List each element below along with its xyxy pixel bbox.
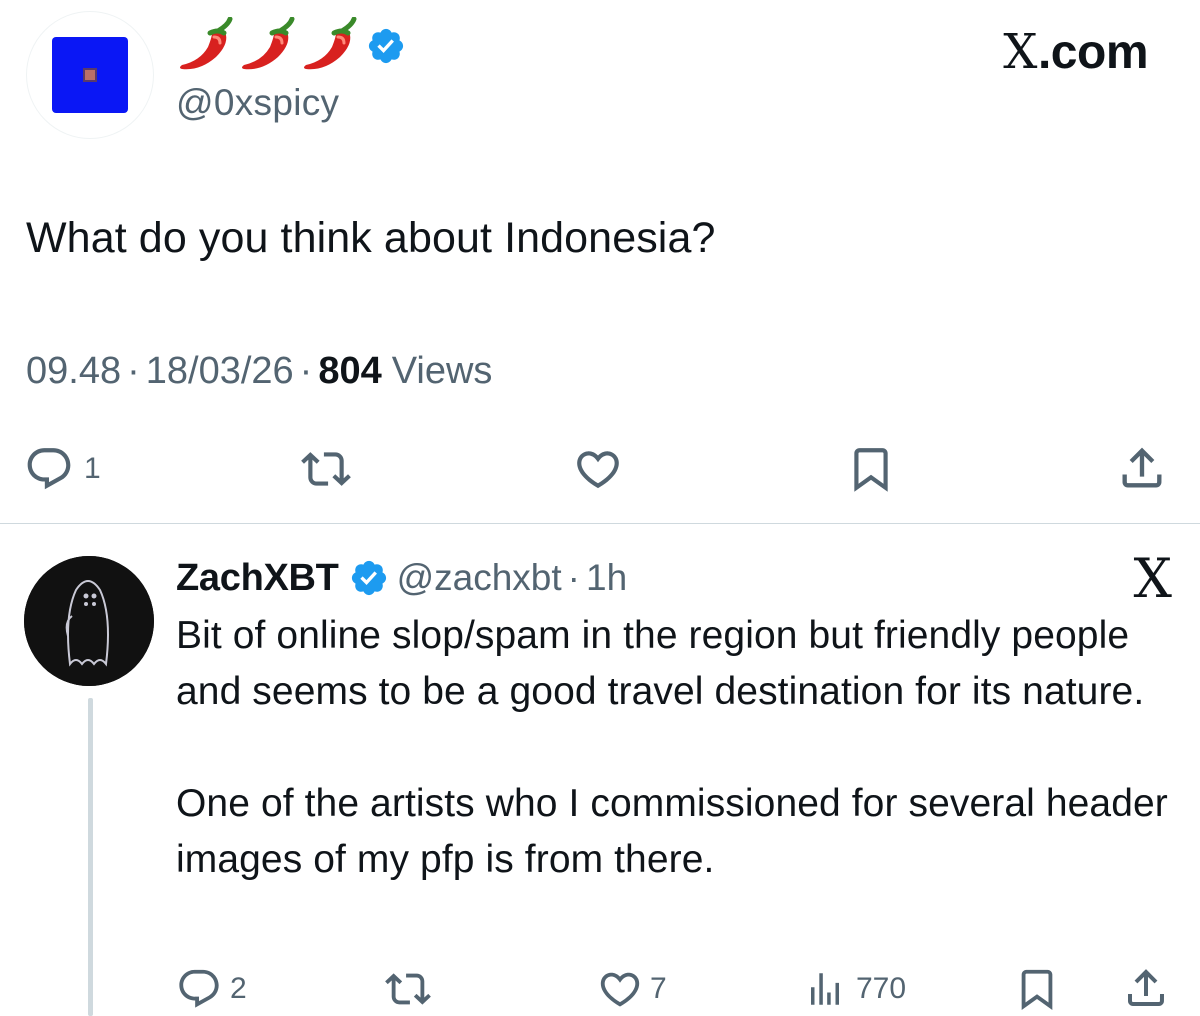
x-com-brand: X .com [1003,24,1148,80]
reply-view-count: 770 [856,972,907,1005]
bookmark-icon [1021,969,1053,1010]
reply-bookmark-button[interactable] [1014,966,1060,1012]
reply-reply-button[interactable]: 2 [176,966,247,1012]
like-icon [600,972,640,1007]
reply-paragraph-1: Bit of online slop/spam in the region bu… [176,614,1145,713]
x-logo-icon: X [1133,547,1172,610]
verified-badge-icon [368,28,404,64]
meta-separator: · [127,350,140,392]
thread-line [88,698,93,1016]
like-button[interactable] [572,444,624,494]
reply-icon [27,448,71,490]
tweet-date[interactable]: 18/03/26 [146,350,294,393]
bookmark-icon [854,448,888,492]
bookmark-button[interactable] [846,444,896,494]
reply-count: 1 [84,452,101,485]
reply-header: ZachXBT @zachxbt · 1h [176,552,627,604]
views-count: 804 [318,350,382,392]
reply-time[interactable]: 1h [586,557,627,599]
main-handle[interactable]: @0xspicy [176,82,339,124]
tweet-metadata: 09.48 · 18/03/26 · 804 Views [26,350,492,393]
reply-avatar[interactable] [24,556,154,686]
retweet-icon [301,452,351,486]
verified-badge-icon [351,560,386,596]
retweet-icon [385,973,431,1005]
main-avatar[interactable] [26,11,154,139]
share-icon [1128,969,1164,1006]
main-display-name[interactable]: 🌶️🌶️🌶️ [176,16,406,76]
meta-separator: · [299,350,313,392]
reply-button[interactable]: 1 [24,444,101,494]
reply-retweet-button[interactable] [384,966,432,1012]
like-icon [577,451,619,489]
reply-icon [179,969,219,1008]
ghost-avatar-image [24,556,154,686]
chili-pepper-icon [304,17,357,70]
reply-paragraph-2: One of the artists who I commissioned fo… [176,782,1168,881]
avatar-image [52,37,128,113]
views-icon [811,973,839,1005]
reply-reply-count: 2 [230,972,247,1005]
retweet-button[interactable] [300,444,352,494]
reply-text: Bit of online slop/spam in the region bu… [176,608,1176,888]
x-logo-icon: X [1003,24,1037,80]
brand-label: .com [1037,25,1149,79]
reply-handle[interactable]: @zachxbt [397,557,562,599]
tweet-divider [0,523,1200,524]
reply-display-name[interactable]: ZachXBT [176,557,339,600]
reply-like-button[interactable]: 7 [596,966,667,1012]
reply-share-button[interactable] [1122,964,1170,1012]
reply-views-button[interactable]: 770 [804,966,906,1012]
share-button[interactable] [1116,442,1168,494]
views-label: Views [391,350,493,392]
reply-separator: · [567,557,580,598]
reply-like-count: 7 [650,972,667,1005]
share-icon [1122,447,1162,488]
chili-pepper-icon [242,17,295,70]
chili-pepper-icon [180,17,233,70]
main-tweet-text: What do you think about Indonesia? [26,214,716,262]
tweet-time[interactable]: 09.48 [26,350,121,393]
